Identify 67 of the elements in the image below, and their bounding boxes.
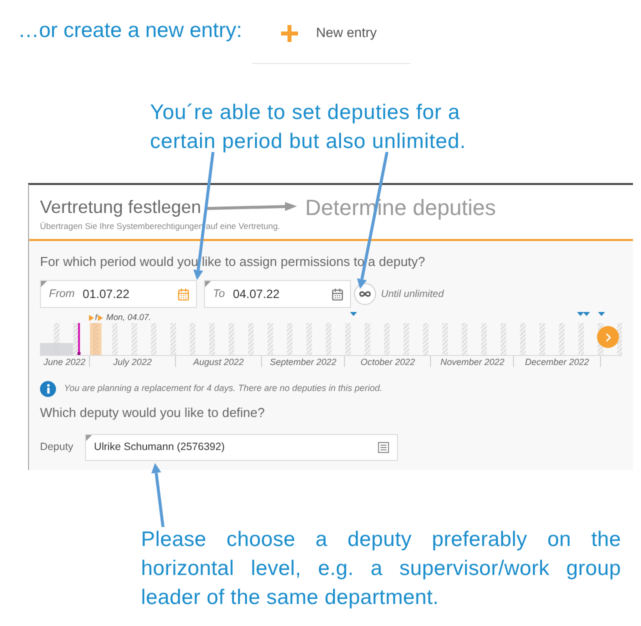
date-field[interactable]: From 01.07.22 [40,280,197,308]
weekend-stripe [422,323,428,355]
callout-arrow [151,463,164,528]
deputy-question: Which deputy would you like to define? [40,404,266,422]
weekend-stripe [442,323,448,355]
month-label: July 2022 [90,356,176,367]
marker-symbol: f [95,314,98,322]
unlimited-label: Until unlimited [381,288,444,302]
weekend-stripe [540,323,546,355]
weekend-stripe [190,323,196,355]
weekend-stripe [268,323,274,355]
weekend-stripe [326,323,332,355]
month-label: November 2022 [431,356,514,367]
weekend-stripe [364,323,370,355]
weekend-stripe [228,323,234,355]
field-value: Ulrike Schumann (2576392) [94,440,225,455]
weekend-stripe [92,323,98,355]
weekend-stripe [520,323,526,355]
dialog-subtitle: Übertragen Sie Ihre Systemberechtigungen auf eine Vertretung. [40,220,282,232]
new-entry-button[interactable]: New entry [281,18,377,48]
callout-text: Please choose a deputy preferably on the horizontal level, e.g. a supervisor/work group leader of the same department. [141,527,621,611]
field-label: To [213,286,225,302]
marker-icon [598,312,605,316]
callout-text: You´re able to set deputies for a certain period but also unlimited. [150,100,467,155]
month-label: August 2022 [176,356,262,367]
weekend-stripe [617,323,622,355]
date-field[interactable]: To 04.07.22 [204,280,351,308]
marker-label: Mon, 04.07. [106,313,152,322]
intro-text: …or create a new entry: [18,18,242,44]
field-label: From [49,286,75,302]
deputy-label: Deputy [40,440,74,455]
weekend-stripe [481,323,487,355]
month-label: June 2022 [40,356,90,367]
selected-period-bar [90,323,102,355]
field-value: 04.07.22 [232,286,280,303]
weekend-stripe [462,323,468,355]
weekend-stripe [404,323,410,355]
info-icon [40,381,56,397]
weekend-stripe [132,323,138,355]
marker-icon [350,312,357,316]
weekend-stripe [248,323,254,355]
weekend-stripe [500,323,506,355]
field-value: 01.07.22 [82,286,130,303]
weekend-stripe [345,323,351,355]
weekend-stripe [112,323,118,355]
weekend-stripe [286,323,293,355]
month-label: October 2022 [345,356,432,367]
deputy-field[interactable]: Ulrike Schumann (2576392) [85,434,398,461]
dialog-title: Vertretung festlegen [40,196,202,219]
corner-mark-icon [41,281,47,287]
plus-icon [281,24,298,42]
month-label: September 2022 [262,356,346,367]
weekend-stripe [306,323,312,355]
today-marker [78,323,80,355]
weekend-stripe [558,323,564,355]
corner-mark-icon [205,281,211,287]
weekend-stripe [151,323,157,355]
weekend-stripe [384,323,390,355]
unlimited-toggle[interactable] [354,283,376,305]
period-question: For which period would you like to assign permissions to a deputy? [40,253,426,271]
weekend-stripe [578,323,584,355]
list-icon [378,442,389,453]
corner-mark-icon [86,435,92,441]
info-text: You are planning a replacement for 4 days. There are no deputies in this period. [64,382,382,396]
weekend-stripe [170,323,176,355]
weekend-stripe [209,323,215,355]
month-label: December 2022 [514,356,600,367]
